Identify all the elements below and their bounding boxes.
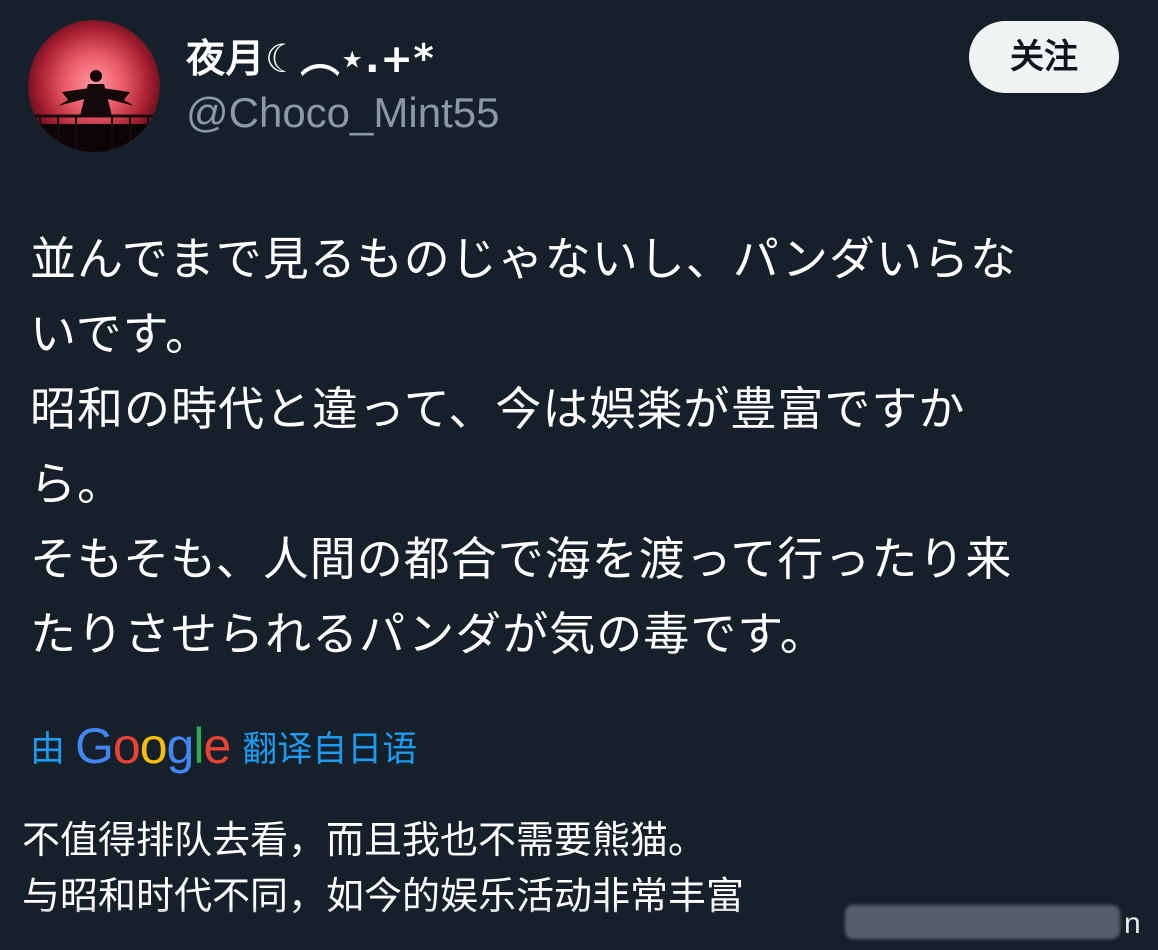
google-logo: Google (75, 716, 231, 776)
tweet-text-line: いです。 (30, 307, 213, 361)
tweet-text: 並んでまで見るものじゃないし、パンダいらな いです。 昭和の時代と違って、今は娯… (30, 222, 1125, 672)
display-name[interactable]: 夜月☾︵⋆.+* (186, 36, 434, 84)
tweet-screen: 夜月☾︵⋆.+* @Choco_Mint55 关注 並んでまで見るものじゃないし… (0, 0, 1158, 950)
tweet-text-line: そもそも、人間の都合で海を渡って行ったり来 (30, 532, 1013, 586)
google-logo-letter: e (203, 718, 231, 774)
tweet-text-line: ら。 (30, 457, 124, 511)
google-logo-letter: o (139, 718, 168, 774)
tweet-text-line: たりさせられるパンダが気の毒です。 (30, 607, 827, 661)
watermark-tail: n (1124, 907, 1141, 940)
google-logo-letter: g (166, 718, 195, 774)
translation-prefix: 由 (30, 729, 66, 770)
translation-attribution-link[interactable]: 由 Google 翻译自日语 (30, 716, 417, 776)
avatar[interactable] (28, 20, 160, 152)
tweet-text-line: 昭和の時代と違って、今は娯楽が豊富ですか (30, 382, 966, 436)
google-logo-letter: o (112, 718, 141, 774)
translation-source-language: 翻译自日语 (242, 729, 418, 770)
follow-button[interactable]: 关注 (969, 21, 1119, 93)
user-handle[interactable]: @Choco_Mint55 (186, 88, 499, 138)
tweet-text-line: 並んでまで見るものじゃないし、パンダいらな (30, 232, 1017, 286)
red-moon-avatar-icon (28, 70, 160, 152)
watermark (845, 905, 1120, 939)
google-logo-letter: G (75, 718, 114, 774)
translated-text-line: 不值得排队去看，而且我也不需要熊猫。 (22, 818, 707, 862)
google-logo-letter: l (193, 718, 204, 774)
